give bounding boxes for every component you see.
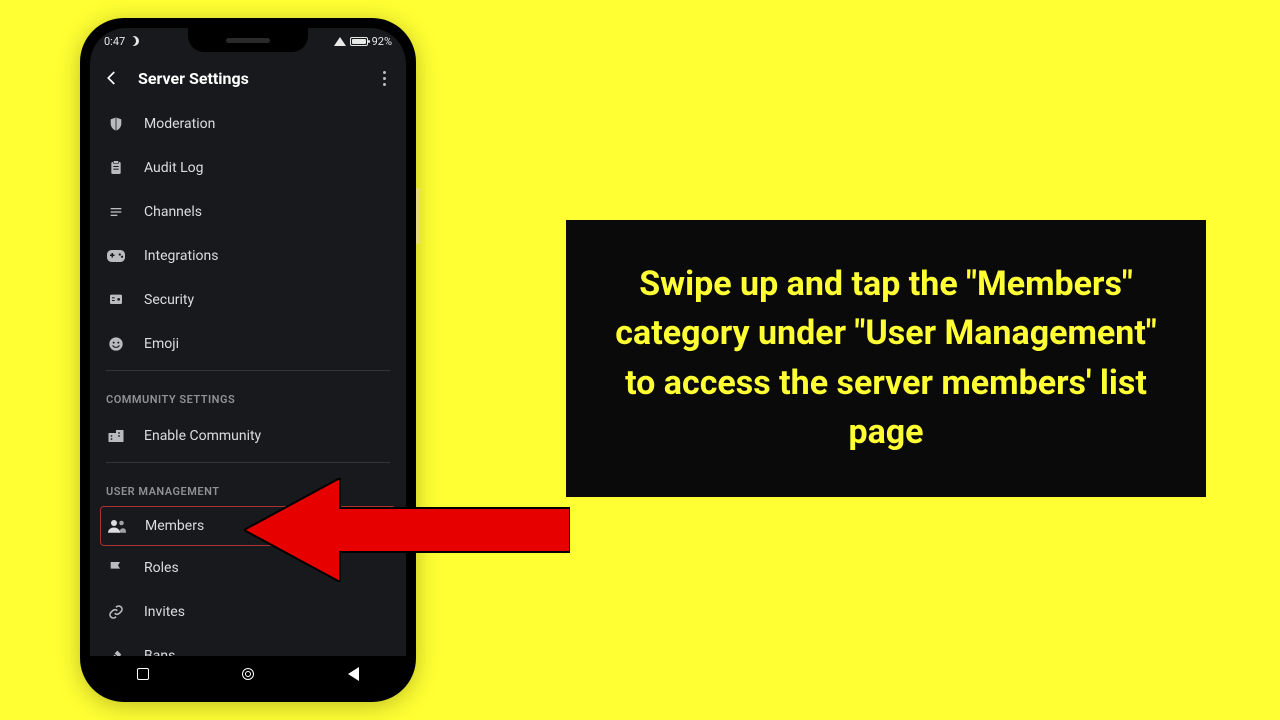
link-icon	[106, 604, 126, 620]
settings-list[interactable]: Moderation Audit Log Channels Integratio…	[90, 102, 406, 692]
do-not-disturb-icon	[129, 36, 139, 46]
row-label: Security	[144, 292, 194, 308]
section-community-settings: COMMUNITY SETTINGS	[90, 375, 406, 414]
battery-icon	[350, 37, 368, 46]
android-nav-bar	[90, 656, 406, 692]
row-label: Roles	[144, 560, 179, 576]
status-battery: 92%	[372, 35, 392, 48]
more-options-button[interactable]	[374, 71, 394, 86]
row-label: Members	[145, 518, 204, 534]
wifi-icon	[334, 37, 346, 46]
row-label: Audit Log	[144, 160, 204, 176]
row-roles[interactable]: Roles	[90, 546, 406, 590]
phone-frame: 0:47 92% Server Settings Moderation	[80, 18, 416, 702]
page-title: Server Settings	[138, 69, 358, 88]
row-label: Moderation	[144, 116, 215, 132]
divider	[106, 462, 390, 463]
nav-back-button[interactable]	[346, 667, 360, 681]
list-icon	[106, 204, 126, 220]
lock-icon	[106, 292, 126, 308]
row-label: Integrations	[144, 248, 218, 264]
row-emoji[interactable]: Emoji	[90, 322, 406, 366]
status-time: 0:47	[104, 35, 125, 48]
clipboard-icon	[106, 160, 126, 176]
nav-recent-button[interactable]	[136, 667, 150, 681]
phone-notch	[188, 28, 308, 52]
divider	[106, 370, 390, 371]
emoji-icon	[106, 336, 126, 352]
row-label: Invites	[144, 604, 185, 620]
app-header: Server Settings	[90, 54, 406, 102]
row-audit-log[interactable]: Audit Log	[90, 146, 406, 190]
row-security[interactable]: Security	[90, 278, 406, 322]
row-label: Emoji	[144, 336, 179, 352]
screen: 0:47 92% Server Settings Moderation	[90, 28, 406, 692]
row-channels[interactable]: Channels	[90, 190, 406, 234]
row-integrations[interactable]: Integrations	[90, 234, 406, 278]
phone-power-button	[416, 188, 420, 244]
row-moderation[interactable]: Moderation	[90, 102, 406, 146]
row-label: Channels	[144, 204, 202, 220]
shield-icon	[106, 116, 126, 132]
gamepad-icon	[106, 249, 126, 263]
row-label: Enable Community	[144, 428, 261, 444]
row-invites[interactable]: Invites	[90, 590, 406, 634]
section-user-management: USER MANAGEMENT	[90, 467, 406, 506]
nav-home-button[interactable]	[241, 667, 255, 681]
row-enable-community[interactable]: Enable Community	[90, 414, 406, 458]
flag-icon	[106, 560, 126, 576]
instruction-text: Swipe up and tap the "Members" category …	[566, 220, 1206, 497]
row-members[interactable]: Members	[100, 506, 396, 546]
members-icon	[107, 519, 127, 533]
back-button[interactable]	[102, 68, 122, 88]
community-icon	[106, 428, 126, 444]
